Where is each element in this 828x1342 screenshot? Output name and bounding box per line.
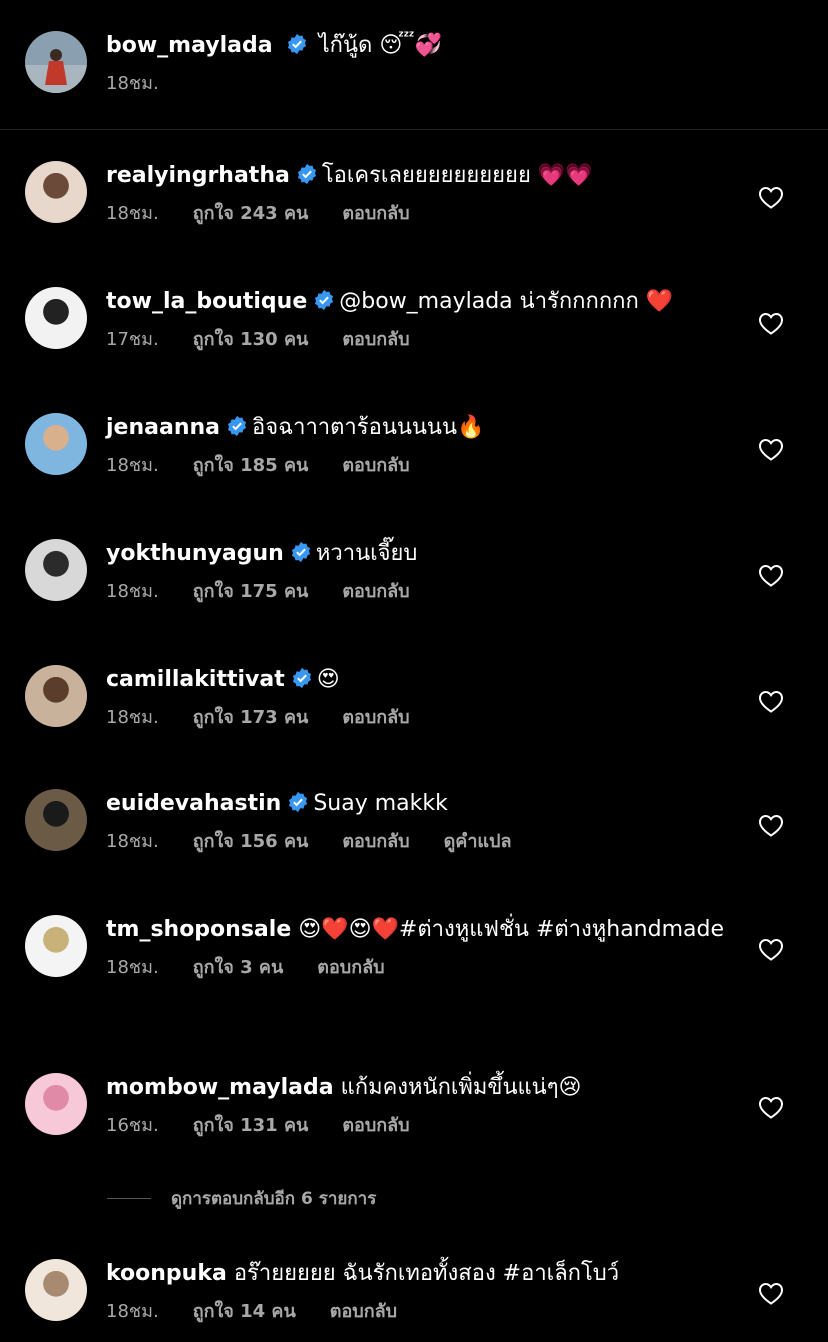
comment-text: หวานเจี๊ยบ [315, 541, 418, 566]
comment-time: 18ชม. [106, 831, 159, 852]
comment-like-count[interactable]: ถูกใจ 243 คน [193, 203, 309, 224]
comment-like-count[interactable]: ถูกใจ 175 คน [193, 581, 309, 602]
view-more-replies[interactable]: ดูการตอบกลับอีก 6 รายการ [107, 1185, 376, 1212]
commenter-avatar[interactable] [25, 789, 87, 851]
view-more-replies-label: ดูการตอบกลับอีก 6 รายการ [171, 1189, 377, 1209]
comment-text: 😍❤️😍❤️#ต่างหูแฟชั่น #ต่างหูhandmade [298, 917, 725, 942]
heart-outline-icon[interactable] [758, 690, 784, 714]
comment-text: อิจฉาาาตาร้อนนนนน🔥 [252, 415, 485, 440]
heart-outline-icon[interactable] [758, 438, 784, 462]
reply-button[interactable]: ตอบกลับ [330, 1301, 397, 1322]
heart-outline-icon[interactable] [758, 938, 784, 962]
commenter-avatar[interactable] [25, 413, 87, 475]
comment-username[interactable]: tm_shoponsale [106, 917, 291, 942]
heart-outline-icon[interactable] [758, 312, 784, 336]
comment-time: 17ชม. [106, 329, 159, 350]
caption-text: ไก๊นู้ด 😴💞 [318, 33, 442, 58]
post-caption: bow_maylada ไก๊นู้ด 😴💞 18ชม. [0, 0, 828, 130]
heart-outline-icon[interactable] [758, 1096, 784, 1120]
comment-text: อร๊ายยยยย ฉันรักเทอทั้งสอง #อาเล็กโบว์ [233, 1261, 620, 1286]
comment-time: 18ชม. [106, 957, 159, 978]
comment-text: @bow_maylada น่ารักกกกกก ❤️ [339, 289, 674, 314]
reply-button[interactable]: ตอบกลับ [342, 831, 409, 852]
commenter-avatar[interactable] [25, 665, 87, 727]
translate-button[interactable]: ดูคำแปล [444, 831, 512, 852]
commenter-avatar[interactable] [25, 915, 87, 977]
comment-like-count[interactable]: ถูกใจ 156 คน [193, 831, 309, 852]
heart-outline-icon[interactable] [758, 564, 784, 588]
comment-time: 18ชม. [106, 581, 159, 602]
comment-like-count[interactable]: ถูกใจ 3 คน [193, 957, 284, 978]
verified-badge-icon [297, 163, 316, 185]
reply-button[interactable]: ตอบกลับ [342, 581, 409, 602]
comment-like-count[interactable]: ถูกใจ 130 คน [193, 329, 309, 350]
comment-username[interactable]: yokthunyagun [106, 541, 284, 566]
comment-username[interactable]: realyingrhatha [106, 163, 290, 188]
comment-username[interactable]: koonpuka [106, 1261, 227, 1286]
comment-text: Suay makkk [313, 791, 448, 816]
commenter-avatar[interactable] [25, 161, 87, 223]
reply-button[interactable]: ตอบกลับ [317, 957, 384, 978]
commenter-avatar[interactable] [25, 287, 87, 349]
reply-button[interactable]: ตอบกลับ [342, 329, 409, 350]
comment-username[interactable]: camillakittivat [106, 667, 285, 692]
comment-like-count[interactable]: ถูกใจ 131 คน [193, 1115, 309, 1136]
reply-button[interactable]: ตอบกลับ [342, 707, 409, 728]
comment-like-count[interactable]: ถูกใจ 185 คน [193, 455, 309, 476]
comment-username[interactable]: euidevahastin [106, 791, 281, 816]
heart-outline-icon[interactable] [758, 1282, 784, 1306]
comment-text: โอเครเลยยยยยยยยยย 💗💗 [321, 163, 593, 188]
comment-text: 😍 [316, 667, 340, 692]
verified-badge-icon [227, 415, 247, 437]
comment-username[interactable]: tow_la_boutique [106, 289, 307, 314]
heart-outline-icon[interactable] [758, 186, 784, 210]
caption-username[interactable]: bow_maylada [106, 33, 273, 58]
comment-username[interactable]: jenaanna [106, 415, 220, 440]
heart-outline-icon[interactable] [758, 814, 784, 838]
comment-time: 18ชม. [106, 455, 159, 476]
commenter-avatar[interactable] [25, 1073, 87, 1135]
verified-badge-icon [292, 667, 311, 689]
comment-text: แก้มคงหนักเพิ่มขึ้นแน่ๆ😢 [340, 1075, 582, 1100]
caption-time: 18ชม. [106, 73, 159, 94]
verified-badge-icon [315, 289, 334, 311]
verified-badge-icon [287, 33, 306, 55]
comment-username[interactable]: mombow_maylada [106, 1075, 334, 1100]
reply-button[interactable]: ตอบกลับ [342, 455, 409, 476]
comment-time: 16ชม. [106, 1115, 159, 1136]
comment-like-count[interactable]: ถูกใจ 14 คน [193, 1301, 296, 1322]
comment-time: 18ชม. [106, 1301, 159, 1322]
comment-time: 18ชม. [106, 203, 159, 224]
commenter-avatar[interactable] [25, 539, 87, 601]
caption-avatar[interactable] [25, 31, 87, 93]
replies-divider-line [107, 1198, 151, 1199]
commenter-avatar[interactable] [25, 1259, 87, 1321]
verified-badge-icon [289, 791, 308, 813]
comment-time: 18ชม. [106, 707, 159, 728]
reply-button[interactable]: ตอบกลับ [342, 1115, 409, 1136]
comment-like-count[interactable]: ถูกใจ 173 คน [193, 707, 309, 728]
verified-badge-icon [291, 541, 310, 563]
reply-button[interactable]: ตอบกลับ [342, 203, 409, 224]
